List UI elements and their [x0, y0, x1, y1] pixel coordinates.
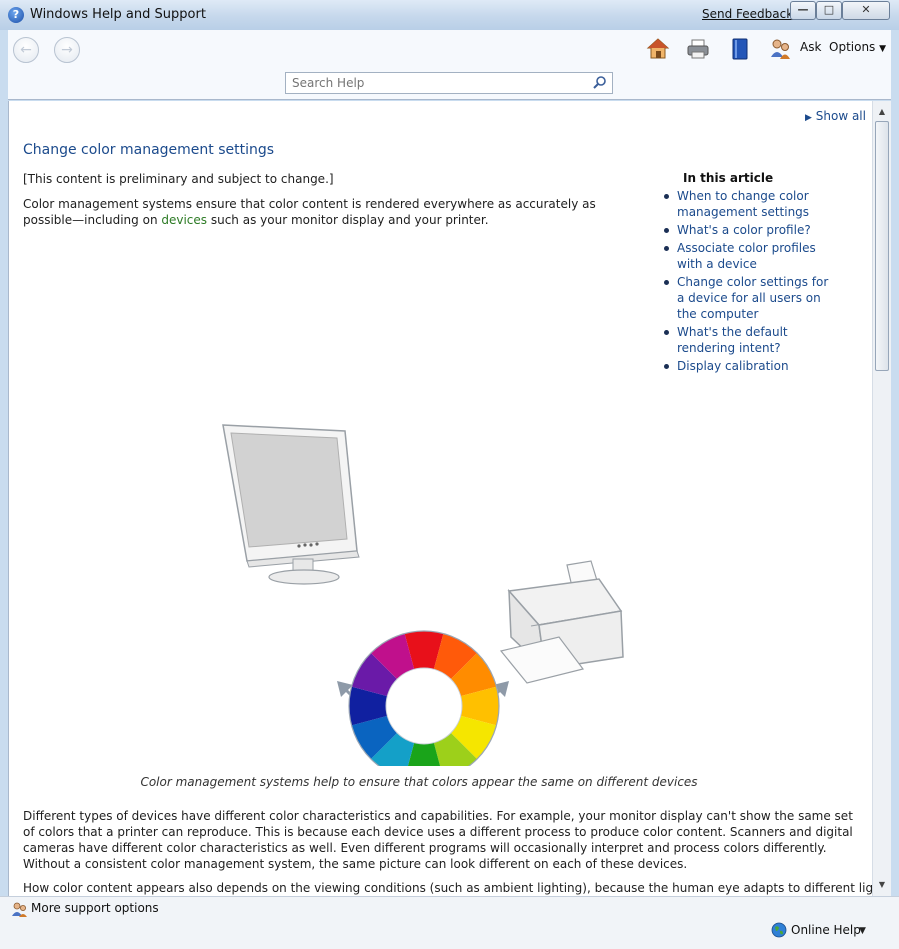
globe-icon	[771, 922, 787, 938]
in-this-article-panel: In this article When to change color man…	[661, 171, 831, 376]
toc-link[interactable]: Change color settings for a device for a…	[677, 275, 828, 321]
toc-item[interactable]: Change color settings for a device for a…	[661, 274, 831, 322]
scroll-up-arrow-icon[interactable]: ▲	[873, 104, 891, 120]
monitor-illustration	[222, 424, 360, 585]
maximize-button[interactable]: □	[816, 1, 842, 20]
color-wheel-center	[385, 667, 463, 745]
scroll-down-arrow-icon[interactable]: ▼	[873, 877, 891, 893]
ask-icon[interactable]	[768, 37, 792, 61]
show-all-link[interactable]: ▶ Show all	[805, 109, 866, 123]
title-bar: ? Windows Help and Support Send Feedback…	[0, 0, 899, 30]
search-box[interactable]	[285, 72, 613, 94]
search-input[interactable]	[286, 73, 586, 93]
intro-paragraph: Color management systems ensure that col…	[23, 196, 643, 228]
toc-item[interactable]: When to change color management settings	[661, 188, 831, 220]
search-icon[interactable]	[592, 75, 608, 91]
options-button[interactable]: Options ▼	[829, 40, 886, 54]
help-app-icon: ?	[8, 7, 24, 23]
bullet-icon	[664, 330, 669, 335]
preliminary-note: [This content is preliminary and subject…	[23, 172, 334, 186]
scroll-thumb[interactable]	[875, 121, 889, 371]
bullet-icon	[664, 280, 669, 285]
support-people-icon	[12, 902, 27, 917]
printer-illustration	[499, 560, 624, 684]
print-icon[interactable]	[686, 37, 710, 61]
toc-link[interactable]: Associate color profiles with a device	[677, 241, 816, 271]
illustration-caption: Color management systems help to ensure …	[140, 775, 698, 789]
chevron-down-icon: ▼	[879, 44, 887, 54]
toc-title: In this article	[683, 171, 774, 185]
bullet-icon	[664, 364, 669, 369]
color-wheel	[348, 630, 500, 766]
toc-item[interactable]: Associate color profiles with a device	[661, 240, 831, 272]
body-paragraph: Different types of devices have differen…	[23, 809, 853, 871]
forward-button[interactable]: →	[54, 37, 80, 63]
send-feedback-link[interactable]: Send Feedback	[702, 7, 793, 21]
body-paragraph: How color content appears also depends o…	[23, 881, 872, 895]
expand-arrow-icon: ▶	[805, 113, 812, 123]
vertical-scrollbar[interactable]: ▲ ▼	[872, 101, 891, 896]
toc-link[interactable]: When to change color management settings	[677, 189, 809, 219]
status-footer: More support options Online Help ▼	[0, 896, 899, 949]
options-label: Options	[829, 40, 876, 54]
toc-item[interactable]: Display calibration	[661, 358, 831, 374]
toc-link[interactable]: Display calibration	[677, 359, 789, 373]
toc-list: When to change color management settings…	[661, 188, 831, 374]
toc-link[interactable]: What's the default rendering intent?	[677, 325, 788, 355]
more-support-options-link[interactable]: More support options	[31, 901, 159, 915]
page-title: Change color management settings	[23, 142, 275, 158]
ask-button[interactable]: Ask	[800, 40, 821, 54]
browse-help-icon[interactable]	[728, 37, 752, 61]
home-icon[interactable]	[646, 37, 670, 61]
online-help-button[interactable]: Online Help	[791, 923, 861, 937]
intro-text-end: such as your monitor display and your pr…	[207, 213, 489, 227]
toolbar: ← → Ask Options ▼	[8, 30, 891, 100]
window-title: Windows Help and Support	[30, 7, 206, 22]
bullet-icon	[664, 194, 669, 199]
minimize-button[interactable]: —	[790, 1, 816, 20]
bullet-icon	[664, 246, 669, 251]
close-button[interactable]: ✕	[842, 1, 890, 20]
article-content: ▶ Show all Change color management setti…	[8, 101, 872, 896]
show-all-label: Show all	[815, 109, 866, 123]
chevron-down-icon[interactable]: ▼	[859, 926, 866, 936]
color-management-illustration	[222, 424, 624, 766]
devices-link[interactable]: devices	[161, 213, 207, 227]
bullet-icon	[664, 228, 669, 233]
toc-item[interactable]: What's the default rendering intent?	[661, 324, 831, 356]
toc-item[interactable]: What's a color profile?	[661, 222, 831, 238]
back-button[interactable]: ←	[13, 37, 39, 63]
toc-link[interactable]: What's a color profile?	[677, 223, 811, 237]
